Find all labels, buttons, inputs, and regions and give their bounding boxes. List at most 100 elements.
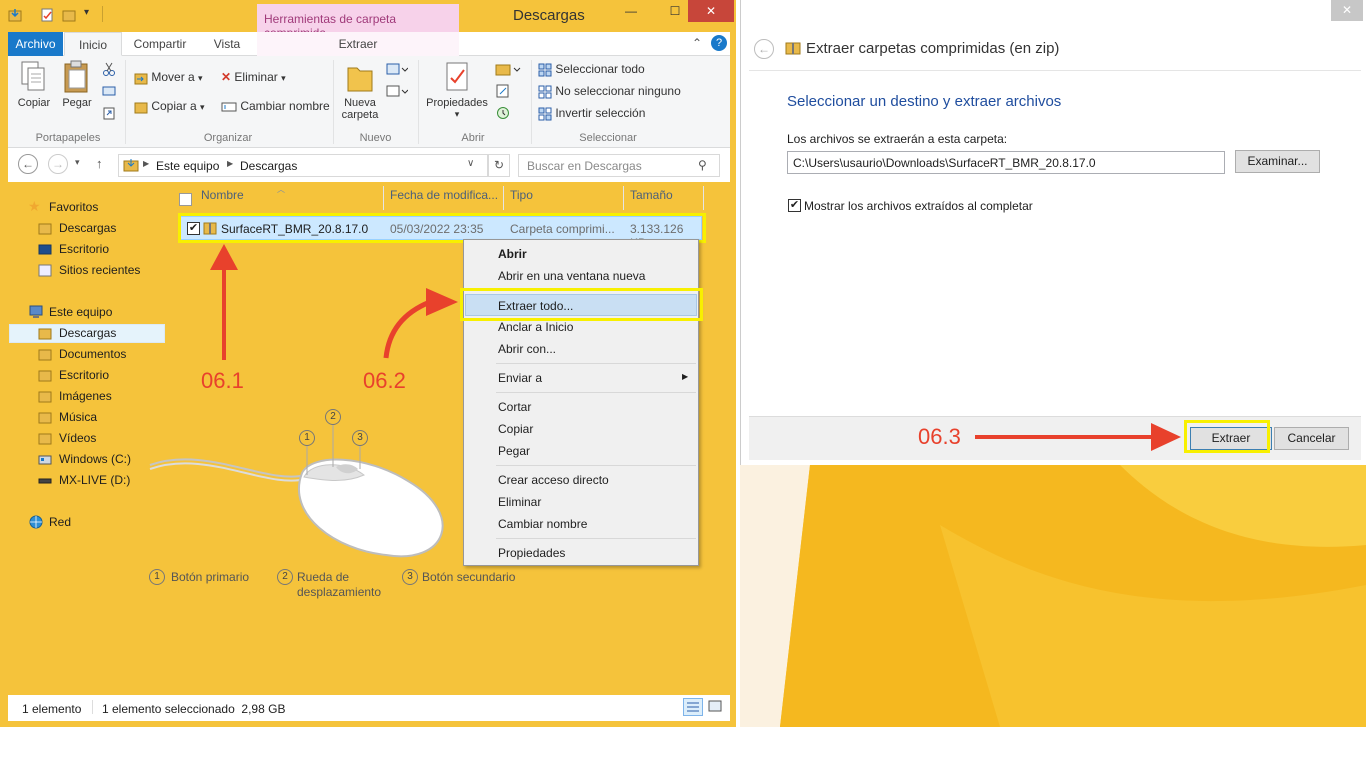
group-organizar-label: Organizar: [203, 132, 253, 144]
windows-drive-icon: [38, 453, 52, 469]
folder-down-icon[interactable]: [8, 8, 22, 22]
browse-button[interactable]: Examinar...: [1235, 150, 1320, 173]
breadcrumb-descargas[interactable]: Descargas: [240, 159, 297, 173]
menu-item-copiar[interactable]: Copiar: [498, 422, 533, 436]
downloads-folder-icon: [38, 327, 52, 343]
menu-item-crear-acceso-directo[interactable]: Crear acceso directo: [498, 473, 609, 487]
back-arrow-icon[interactable]: ←: [18, 154, 38, 174]
breadcrumb-este-equipo[interactable]: Este equipo: [156, 159, 219, 173]
menu-item-cambiar-nombre[interactable]: Cambiar nombre: [498, 517, 587, 531]
legend-rueda-line2: desplazamiento: [297, 585, 382, 599]
nav-drive-c[interactable]: Windows (C:): [59, 452, 131, 466]
maximize-button[interactable]: ☐: [660, 0, 690, 22]
nav-imagenes[interactable]: Imágenes: [59, 389, 112, 403]
move-to-button[interactable]: Mover a ▾: [134, 70, 203, 85]
nav-drive-d[interactable]: MX-LIVE (D:): [59, 473, 130, 487]
menu-item-abrir[interactable]: Abrir: [498, 247, 527, 261]
cancel-button[interactable]: Cancelar: [1274, 427, 1349, 450]
properties-button[interactable]: Propiedades ▾: [422, 60, 492, 120]
column-tamano[interactable]: Tamaño: [630, 188, 673, 202]
column-separator[interactable]: [383, 186, 384, 210]
rename-label: Cambiar nombre: [240, 99, 330, 113]
dialog-close-button[interactable]: ✕: [1331, 0, 1363, 21]
up-arrow-icon[interactable]: ↑: [96, 156, 103, 171]
qat-dropdown-icon[interactable]: ▾: [84, 7, 89, 18]
select-none-button[interactable]: No seleccionar ninguno: [538, 84, 681, 99]
search-icon[interactable]: ⚲: [698, 158, 707, 172]
select-all-button[interactable]: Seleccionar todo: [538, 62, 645, 77]
menu-item-pegar[interactable]: Pegar: [498, 444, 530, 458]
show-files-checkbox[interactable]: ✔: [788, 199, 801, 212]
edit-icon[interactable]: [495, 84, 511, 98]
new-folder-icon[interactable]: [62, 8, 76, 22]
paste-shortcut-icon[interactable]: [102, 106, 116, 120]
large-icons-view-icon[interactable]: [706, 698, 726, 716]
select-all-checkbox[interactable]: [179, 193, 192, 206]
delete-button[interactable]: ✕ Eliminar ▾: [221, 70, 286, 84]
menu-item-propiedades[interactable]: Propiedades: [498, 546, 565, 560]
menu-item-enviar-a[interactable]: Enviar a: [498, 371, 542, 385]
tab-archivo[interactable]: Archivo: [8, 32, 63, 56]
recent-dropdown-icon[interactable]: ▾: [75, 157, 80, 168]
destination-path-input[interactable]: C:\Users\usaurio\Downloads\SurfaceRT_BMR…: [787, 151, 1225, 174]
column-fecha[interactable]: Fecha de modifica...: [390, 188, 498, 202]
nav-documentos[interactable]: Documentos: [59, 347, 126, 361]
copy-icon: [21, 61, 45, 91]
step-label-06-3: 06.3: [918, 424, 961, 449]
menu-item-anclar-inicio[interactable]: Anclar a Inicio: [498, 320, 573, 334]
column-separator[interactable]: [623, 186, 624, 210]
copy-button[interactable]: Copiar: [14, 60, 54, 109]
details-view-icon[interactable]: [683, 698, 703, 716]
search-input[interactable]: Buscar en Descargas: [518, 154, 720, 177]
properties-icon[interactable]: [40, 8, 54, 22]
back-arrow-icon[interactable]: ←: [754, 39, 774, 59]
copy-to-button[interactable]: Copiar a ▾: [134, 99, 205, 114]
menu-separator: [496, 465, 696, 466]
status-bar: 1 elemento 1 elemento seleccionado 2,98 …: [8, 695, 730, 721]
history-icon[interactable]: [495, 106, 511, 120]
nav-favoritos[interactable]: Favoritos: [49, 200, 98, 214]
nav-pc-descargas[interactable]: Descargas: [59, 326, 116, 340]
menu-item-cortar[interactable]: Cortar: [498, 400, 531, 414]
menu-item-abrir-con[interactable]: Abrir con...: [498, 342, 556, 356]
nav-fav-escritorio[interactable]: Escritorio: [59, 242, 109, 256]
nav-sitios-recientes[interactable]: Sitios recientes: [59, 263, 140, 277]
address-dropdown-icon[interactable]: ∨: [467, 158, 474, 169]
rename-button[interactable]: Cambiar nombre: [221, 99, 330, 113]
help-icon[interactable]: ?: [711, 35, 727, 51]
tab-inicio[interactable]: Inicio: [64, 32, 122, 56]
tab-vista[interactable]: Vista: [198, 32, 256, 56]
minimize-button[interactable]: —: [616, 0, 646, 22]
new-item-icon[interactable]: [386, 62, 408, 76]
nav-musica[interactable]: Música: [59, 410, 97, 424]
nav-este-equipo[interactable]: Este equipo: [49, 305, 112, 319]
nav-red[interactable]: Red: [49, 515, 71, 529]
nav-pc-escritorio[interactable]: Escritorio: [59, 368, 109, 382]
delete-label: Eliminar: [234, 70, 278, 84]
refresh-icon[interactable]: ↻: [488, 154, 510, 177]
copy-path-icon[interactable]: [102, 84, 116, 98]
tab-extraer[interactable]: Extraer: [257, 32, 459, 56]
easy-access-icon[interactable]: [386, 84, 408, 98]
column-nombre[interactable]: Nombre: [201, 188, 244, 202]
menu-item-abrir-ventana-nueva[interactable]: Abrir en una ventana nueva: [498, 269, 645, 283]
invert-selection-button[interactable]: Invertir selección: [538, 106, 645, 121]
nav-fav-descargas[interactable]: Descargas: [59, 221, 116, 235]
column-separator[interactable]: [703, 186, 704, 210]
column-tipo[interactable]: Tipo: [510, 188, 533, 202]
open-icon[interactable]: [495, 62, 521, 76]
legend-number-1: 1: [149, 569, 165, 585]
collapse-ribbon-icon[interactable]: ⌃: [692, 36, 702, 50]
ribbon-separator: [333, 60, 334, 144]
menu-item-eliminar[interactable]: Eliminar: [498, 495, 541, 509]
column-separator[interactable]: [503, 186, 504, 210]
paste-button[interactable]: Pegar: [58, 60, 96, 109]
close-button[interactable]: ✕: [688, 0, 734, 22]
nav-videos[interactable]: Vídeos: [59, 431, 96, 445]
tab-compartir[interactable]: Compartir: [126, 32, 194, 56]
cut-icon[interactable]: [102, 62, 116, 76]
forward-arrow-icon[interactable]: →: [48, 154, 68, 174]
new-folder-button[interactable]: Nueva carpeta: [338, 60, 382, 121]
move-folder-icon: [134, 73, 148, 85]
address-bar[interactable]: ▶ Este equipo ▶ Descargas ∨: [118, 154, 488, 177]
